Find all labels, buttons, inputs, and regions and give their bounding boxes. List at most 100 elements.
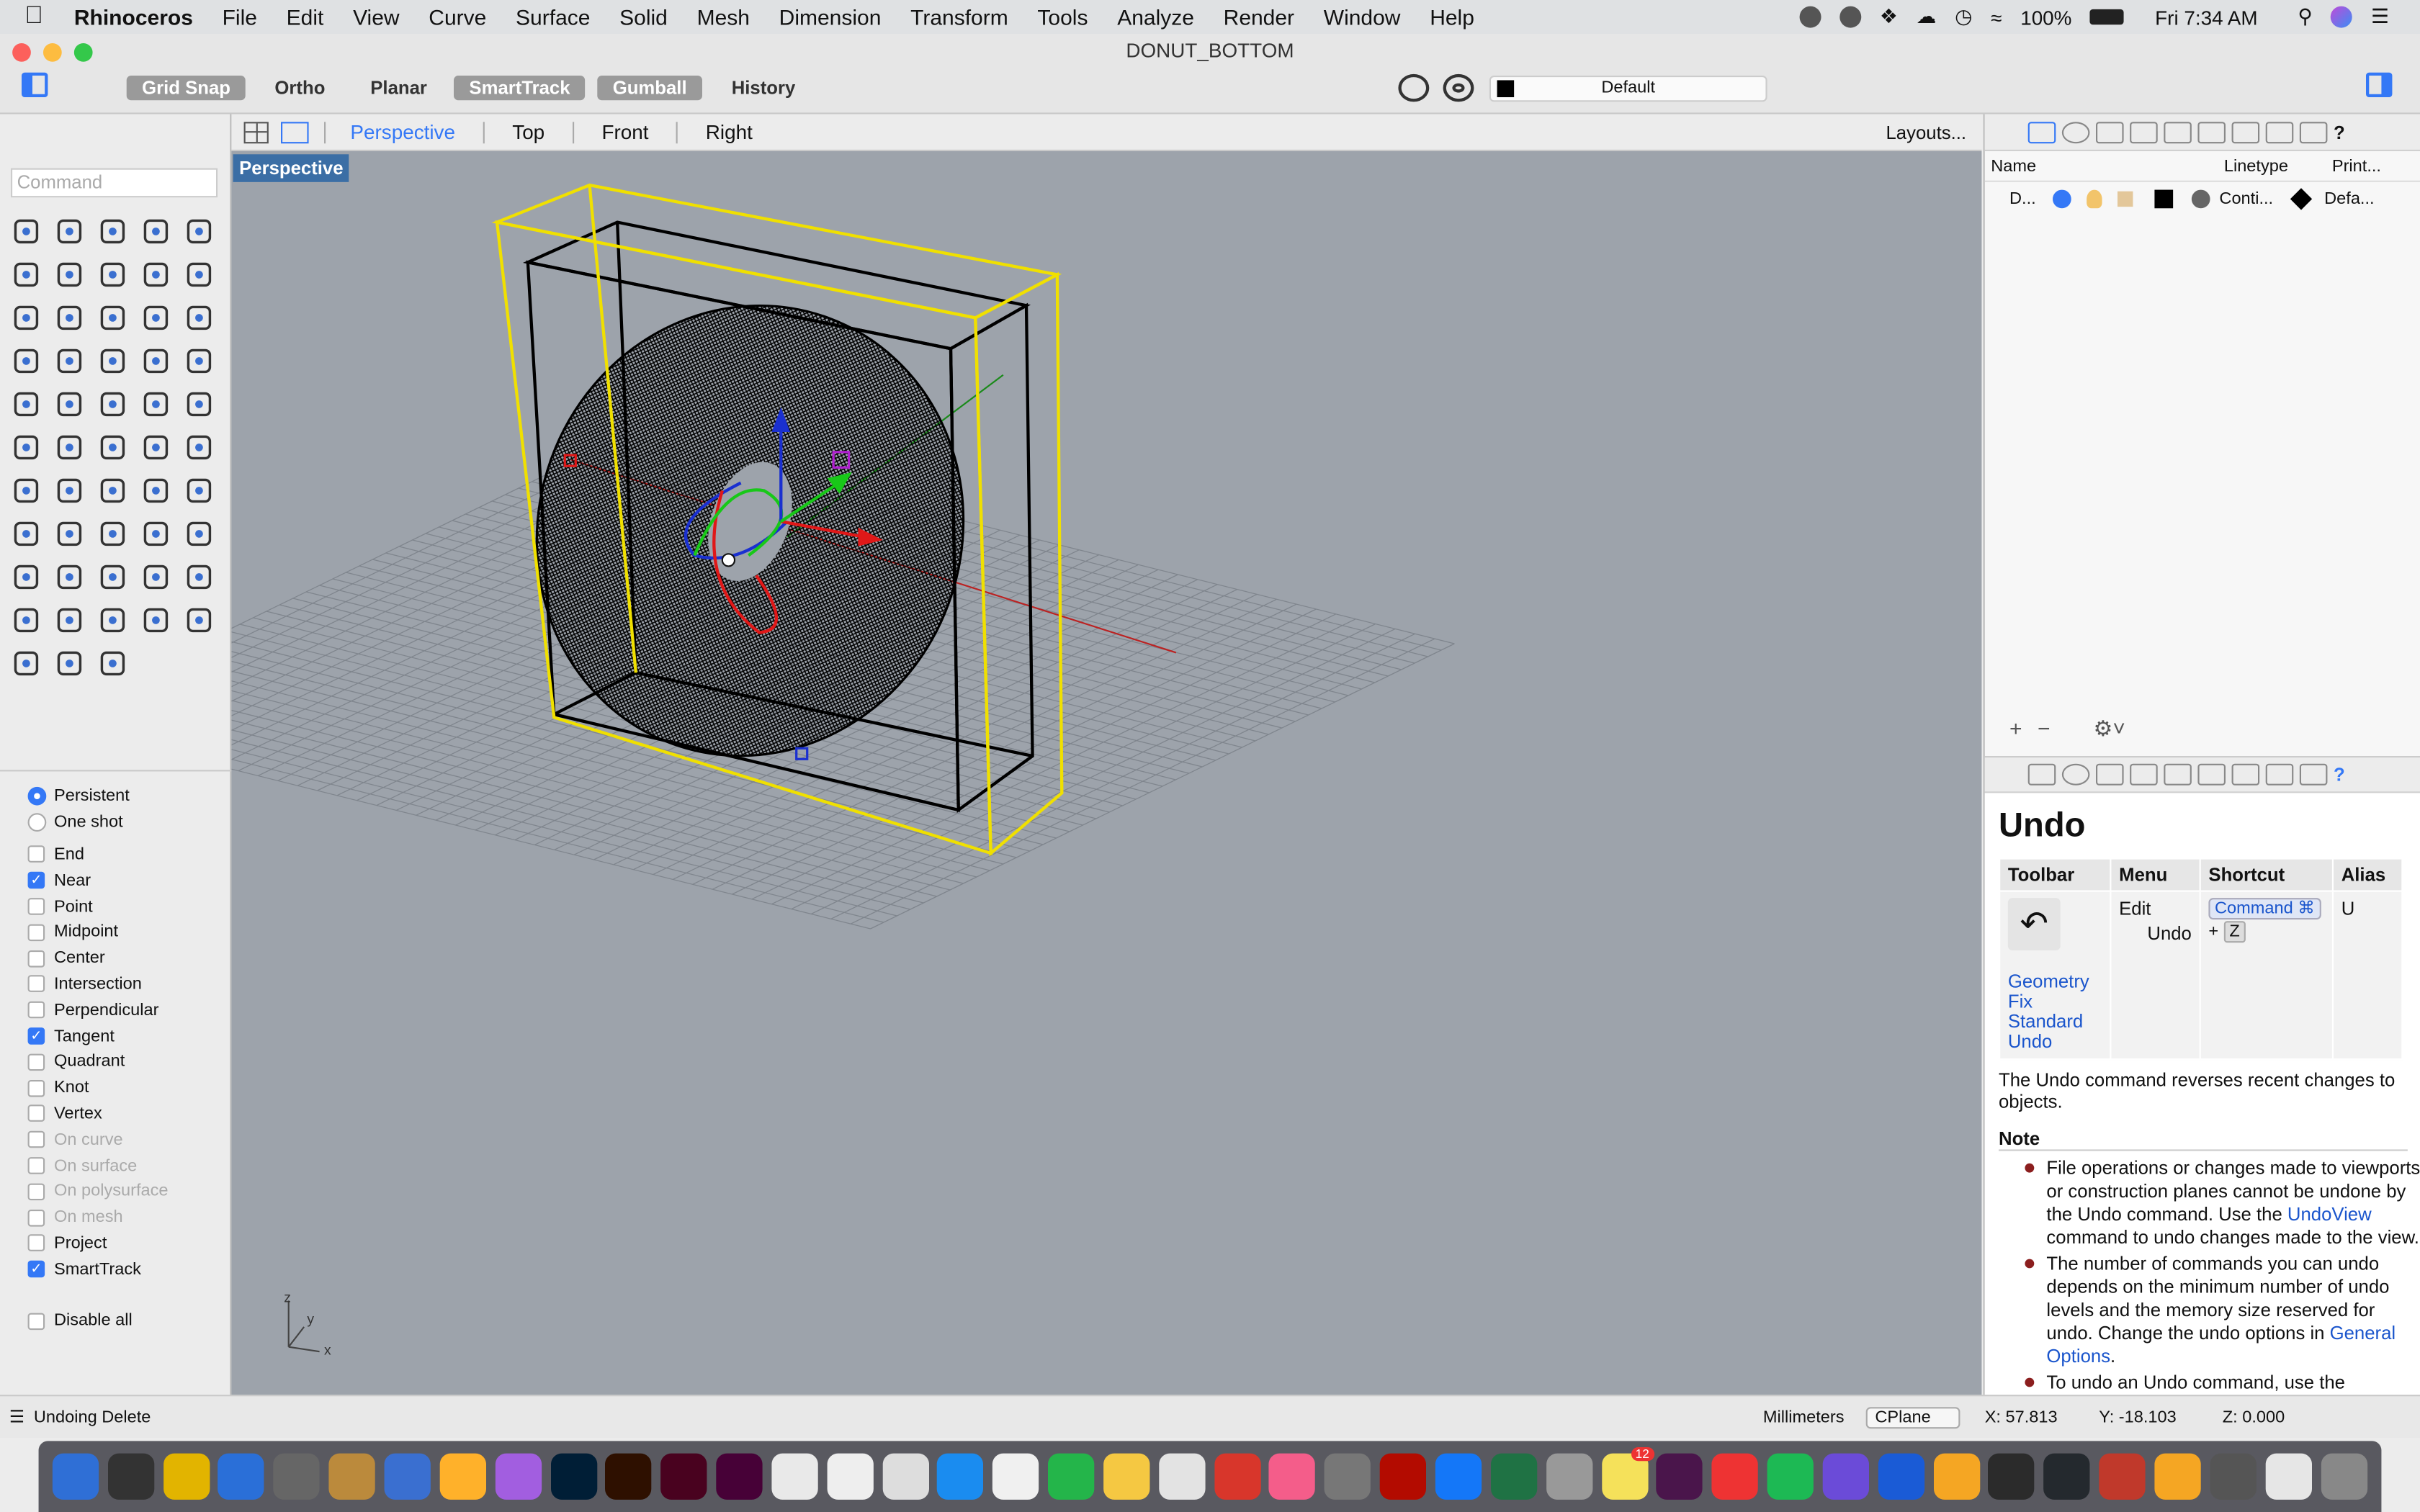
dock-app-icon[interactable] [937,1453,984,1500]
dock-app-icon[interactable] [2154,1453,2201,1500]
menu-render[interactable]: Render [1224,4,1294,29]
checkbox-icon[interactable] [27,898,45,915]
osnap-item[interactable]: Center [0,945,231,971]
four-view-layout-icon[interactable] [243,121,269,143]
properties-panel-icon[interactable] [2061,121,2090,143]
checkbox-icon[interactable] [27,950,45,967]
battery-icon[interactable] [2090,9,2125,25]
checkbox-icon[interactable] [27,1002,45,1019]
planar-toggle[interactable]: Planar [355,76,442,100]
checkbox-checked-icon[interactable]: ✓ [27,872,45,889]
grid-array-icon[interactable] [4,469,48,512]
help-panel-icon[interactable]: ? [2334,121,2362,143]
checkbox-checked-icon[interactable]: ✓ [27,1261,45,1278]
osnap-item[interactable]: On polysurface [0,1179,231,1205]
command-history-icon[interactable]: ☰ [9,1407,24,1427]
check-icon[interactable] [134,469,177,512]
dock-app-icon[interactable] [1158,1453,1206,1500]
curve-icon[interactable] [134,210,177,253]
zoom-icon[interactable] [48,512,91,555]
layers-panel-icon[interactable] [2027,121,2056,143]
col-print[interactable]: Print... [2332,157,2381,176]
sphere-icon[interactable] [134,296,177,339]
checkbox-icon[interactable] [27,976,45,993]
gear-icon[interactable] [48,339,91,382]
checkbox-icon[interactable] [27,1131,45,1148]
menu-app[interactable]: Rhinoceros [74,4,193,29]
dock-app-icon[interactable] [2265,1453,2312,1500]
print-color-icon[interactable] [2290,188,2313,210]
history-toggle[interactable]: History [716,76,810,100]
render-sphere-icon[interactable] [4,642,48,685]
dock-app-icon[interactable] [1269,1453,1316,1500]
select-arrow-icon[interactable] [4,210,48,253]
ortho-toggle[interactable]: Ortho [259,76,341,100]
polyline-icon[interactable] [91,210,134,253]
align-icon[interactable] [48,469,91,512]
osnap-item[interactable]: Quadrant [0,1049,231,1075]
dock-app-icon[interactable] [273,1453,321,1500]
box-icon[interactable] [91,296,134,339]
tab-right[interactable]: Right [706,120,753,143]
link-undoview[interactable]: UndoView [2287,1203,2372,1225]
layer-print[interactable]: Defa... [2324,190,2374,209]
smarttrack-toggle[interactable]: SmartTrack [454,76,586,101]
viewport-label[interactable]: Perspective [233,154,350,182]
current-layer-icon[interactable] [2053,189,2071,209]
dock-app-icon[interactable] [2099,1453,2146,1500]
car-icon[interactable] [48,555,91,598]
single-view-layout-icon[interactable] [281,121,309,143]
dock-app-icon[interactable] [52,1453,99,1500]
dock-app-icon[interactable] [1435,1453,1482,1500]
dock-app-icon[interactable] [1380,1453,1427,1500]
osnap-item[interactable]: Intersection [0,971,231,997]
current-layer-selector[interactable]: Default [1489,76,1767,102]
tab-perspective[interactable]: Perspective [350,120,455,143]
command-input[interactable]: Command [11,168,218,198]
perspective-viewport[interactable]: Perspective z y x [231,151,1982,1395]
layouts-button[interactable]: Layouts... [1886,121,1966,143]
control-center-icon[interactable]: ☰ [2371,4,2389,29]
siri-icon[interactable] [2331,6,2353,28]
apple-icon[interactable]:  [24,3,53,31]
cplane-selector[interactable]: CPlane [1865,1406,1960,1428]
checkbox-icon[interactable] [27,924,45,941]
osnap-item[interactable]: Vertex [0,1101,231,1127]
osnap-item[interactable]: ✓ SmartTrack [0,1256,231,1282]
dock-app-icon[interactable] [1325,1453,1371,1500]
col-linetype[interactable]: Linetype [2224,157,2332,176]
dock-app-icon[interactable] [1657,1453,1703,1500]
dock-app-icon[interactable] [1767,1453,1814,1500]
camera-panel-icon[interactable] [2164,121,2192,143]
osnap-item[interactable]: Perpendicular [0,997,231,1023]
dock-app-icon[interactable] [1546,1453,1592,1500]
osnap-item[interactable]: Project [0,1230,231,1256]
osnap-item[interactable]: ✓ Tangent [0,1023,231,1049]
fold-icon[interactable] [91,469,134,512]
dock-app-icon[interactable] [1103,1453,1150,1500]
views-panel-icon[interactable] [2265,121,2294,143]
menu-edit[interactable]: Edit [287,4,324,29]
material-icon[interactable] [2191,189,2210,209]
checkbox-icon[interactable] [27,846,45,863]
osnap-item[interactable]: Knot [0,1075,231,1101]
layers-panel-icon[interactable] [2027,763,2056,786]
arc-icon[interactable] [48,253,91,296]
trim-icon[interactable] [134,339,177,382]
menu-tools[interactable]: Tools [1037,4,1088,29]
checkbox-checked-icon[interactable]: ✓ [27,1027,45,1045]
patch-icon[interactable] [4,339,48,382]
zoom-selected-icon[interactable] [177,512,220,555]
light-icon[interactable] [177,555,220,598]
solid-tools-icon[interactable] [134,426,177,469]
menu-transform[interactable]: Transform [910,4,1008,29]
tab-front[interactable]: Front [601,120,648,143]
dock-app-icon[interactable] [1933,1453,1980,1500]
text-icon[interactable] [177,382,220,426]
array-icon[interactable] [48,426,91,469]
document-panel-icon[interactable] [2096,763,2124,786]
dock-app-icon[interactable] [1988,1453,2035,1500]
help-panel-icon[interactable]: ? [2334,764,2362,786]
creative-cloud-icon[interactable]: ☁ [1917,4,1937,29]
polygon-icon[interactable] [134,253,177,296]
